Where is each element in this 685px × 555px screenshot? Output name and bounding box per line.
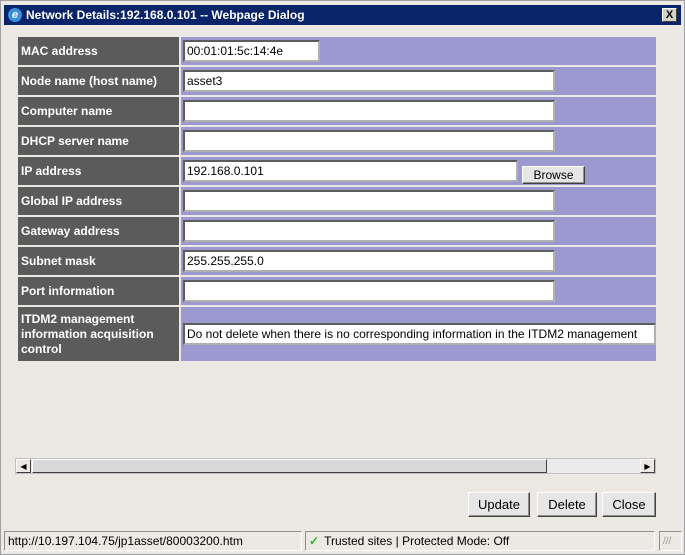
row-ip: IP address Browse	[18, 157, 656, 185]
check-icon: ✓	[309, 534, 320, 548]
field-label: MAC address	[18, 37, 179, 65]
delete-button[interactable]: Delete	[537, 492, 597, 517]
row-subnet: Subnet mask	[18, 247, 656, 275]
horizontal-scrollbar[interactable]: ◀ ▶	[15, 458, 656, 474]
status-zone: ✓ Trusted sites | Protected Mode: Off	[305, 531, 655, 551]
subnet-mask-input[interactable]	[183, 250, 555, 272]
row-node-name: Node name (host name)	[18, 67, 656, 95]
row-mac: MAC address	[18, 37, 656, 65]
global-ip-input[interactable]	[183, 190, 555, 212]
computer-name-input[interactable]	[183, 100, 555, 122]
field-label: Global IP address	[18, 187, 179, 215]
update-button[interactable]: Update	[468, 492, 530, 517]
itdm2-control-select[interactable]	[183, 323, 656, 345]
dialog-window: e Network Details:192.168.0.101 -- Webpa…	[0, 0, 685, 555]
status-zone-text: Trusted sites | Protected Mode: Off	[324, 534, 510, 548]
title-bar: e Network Details:192.168.0.101 -- Webpa…	[4, 5, 681, 25]
ie-icon: e	[8, 8, 22, 22]
row-computer-name: Computer name	[18, 97, 656, 125]
status-url-text: http://10.197.104.75/jp1asset/80003200.h…	[8, 534, 243, 548]
scroll-right-icon[interactable]: ▶	[640, 459, 655, 473]
field-label: Computer name	[18, 97, 179, 125]
network-details-table: MAC address Node name (host name) Comput…	[18, 37, 656, 363]
close-button[interactable]: Close	[602, 492, 656, 517]
port-info-input[interactable]	[183, 280, 555, 302]
field-label: DHCP server name	[18, 127, 179, 155]
row-itdm2: ITDM2 management information acquisition…	[18, 307, 656, 361]
node-name-input[interactable]	[183, 70, 555, 92]
scroll-left-icon[interactable]: ◀	[16, 459, 31, 473]
gateway-input[interactable]	[183, 220, 555, 242]
resize-grip-icon[interactable]: ///	[659, 531, 682, 551]
mac-address-input[interactable]	[183, 40, 320, 62]
row-gateway: Gateway address	[18, 217, 656, 245]
window-title: Network Details:192.168.0.101 -- Webpage…	[26, 8, 305, 22]
row-port: Port information	[18, 277, 656, 305]
row-dhcp: DHCP server name	[18, 127, 656, 155]
dhcp-server-input[interactable]	[183, 130, 555, 152]
field-label: Port information	[18, 277, 179, 305]
close-window-button[interactable]: X	[662, 8, 677, 22]
field-label: ITDM2 management information acquisition…	[18, 307, 179, 361]
field-label: Subnet mask	[18, 247, 179, 275]
ip-address-input[interactable]	[183, 160, 518, 182]
row-global-ip: Global IP address	[18, 187, 656, 215]
browse-button[interactable]: Browse	[522, 166, 585, 184]
field-label: IP address	[18, 157, 179, 185]
field-label: Node name (host name)	[18, 67, 179, 95]
status-url: http://10.197.104.75/jp1asset/80003200.h…	[4, 531, 302, 551]
field-label: Gateway address	[18, 217, 179, 245]
scroll-thumb[interactable]	[32, 459, 547, 473]
